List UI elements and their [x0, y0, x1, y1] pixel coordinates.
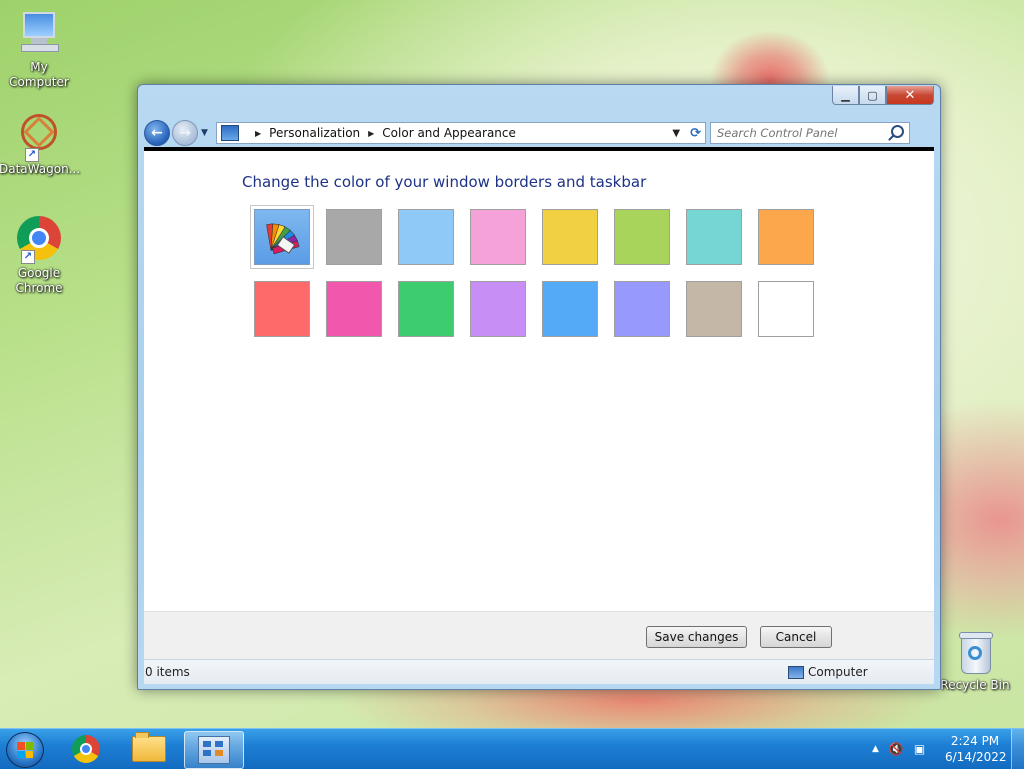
clock-date: 6/14/2022: [945, 750, 1007, 764]
address-dropdown-icon[interactable]: ▼: [672, 128, 680, 139]
desktop-icon-label: DataWagon...: [0, 162, 81, 176]
volume-muted-icon[interactable]: 🔇: [889, 742, 904, 756]
address-bar[interactable]: ▶ Personalization ▶ Color and Appearance…: [216, 122, 706, 144]
forward-arrow-icon: →: [179, 125, 191, 141]
color-swatch[interactable]: [326, 281, 382, 337]
color-swatch[interactable]: [686, 281, 742, 337]
color-swatch[interactable]: [542, 281, 598, 337]
refresh-icon[interactable]: ⟳: [690, 126, 701, 141]
recycle-bin-icon: [951, 630, 999, 676]
desktop-icon-label: Google Chrome: [15, 266, 63, 295]
recent-pages-dropdown[interactable]: ▼: [201, 128, 213, 138]
datawagon-icon: ↗: [15, 112, 63, 162]
back-arrow-icon: ←: [151, 125, 163, 141]
chevron-down-icon: ▼: [201, 128, 208, 138]
cancel-button[interactable]: Cancel: [760, 626, 832, 648]
desktop-icon-datawagon[interactable]: ↗ DataWagon...: [0, 112, 81, 177]
button-area: Save changes Cancel: [144, 611, 934, 660]
breadcrumb-separator-icon[interactable]: ▶: [368, 129, 374, 138]
search-input[interactable]: [715, 125, 889, 141]
save-changes-button[interactable]: Save changes: [646, 626, 747, 648]
color-swatch[interactable]: [686, 209, 742, 265]
desktop-icon-google-chrome[interactable]: ↗ Google Chrome: [0, 216, 79, 296]
close-button[interactable]: ✕: [886, 86, 934, 105]
taskbar: ▲ 🔇 ▣ 2:24 PM 6/14/2022: [0, 728, 1024, 769]
status-item-count: 0 items: [145, 665, 190, 679]
back-button[interactable]: ←: [144, 120, 170, 146]
forward-button[interactable]: →: [172, 120, 198, 146]
minimize-button[interactable]: ▁: [832, 86, 859, 105]
folder-icon: [132, 732, 166, 762]
show-desktop-button[interactable]: [1011, 729, 1024, 769]
content-area: Change the color of your window borders …: [144, 151, 934, 611]
windows-logo-icon: [17, 742, 33, 758]
shortcut-arrow-icon: ↗: [21, 250, 35, 264]
network-icon[interactable]: ▣: [914, 742, 925, 756]
taskbar-chrome[interactable]: [57, 731, 115, 767]
system-tray: ▲ 🔇 ▣: [872, 729, 925, 769]
color-swatch[interactable]: [470, 281, 526, 337]
swatch-custom[interactable]: [250, 205, 314, 269]
clock[interactable]: 2:24 PM 6/14/2022: [945, 733, 1007, 765]
status-location-label: Computer: [808, 665, 868, 679]
color-swatch[interactable]: [398, 209, 454, 265]
color-swatch[interactable]: [254, 281, 310, 337]
computer-icon: [788, 665, 804, 679]
color-swatch[interactable]: [758, 209, 814, 265]
my-computer-icon: [15, 10, 63, 58]
color-swatch[interactable]: [470, 209, 526, 265]
chrome-icon: ↗: [15, 216, 63, 264]
taskbar-file-explorer[interactable]: [120, 731, 178, 767]
maximize-button[interactable]: ▢: [859, 86, 886, 105]
color-swatch-grid: [250, 205, 814, 337]
color-palette-icon: [266, 223, 300, 255]
color-swatch[interactable]: [542, 209, 598, 265]
clock-time: 2:24 PM: [950, 734, 1000, 748]
control-panel-window: ▁ ▢ ✕ ← → ▼ ▶ Personalization ▶ Color an…: [137, 84, 941, 690]
breadcrumb-personalization[interactable]: Personalization: [269, 126, 360, 140]
search-box[interactable]: [710, 122, 910, 144]
color-swatch[interactable]: [614, 281, 670, 337]
search-icon[interactable]: [891, 125, 904, 138]
color-swatch[interactable]: [398, 281, 454, 337]
navigation-bar: ← → ▼ ▶ Personalization ▶ Color and Appe…: [144, 120, 934, 146]
taskbar-control-panel[interactable]: [184, 731, 244, 769]
show-hidden-icons-icon[interactable]: ▲: [872, 744, 879, 754]
control-panel-icon: [198, 736, 230, 764]
desktop-icon-my-computer[interactable]: My Computer: [0, 10, 79, 90]
desktop-icon-label: My Computer: [9, 60, 69, 89]
shortcut-arrow-icon: ↗: [25, 148, 39, 162]
desktop-icon-recycle-bin[interactable]: Recycle Bin: [935, 630, 1015, 693]
status-bar: 0 items Computer: [144, 659, 934, 684]
color-swatch[interactable]: [326, 209, 382, 265]
page-title: Change the color of your window borders …: [242, 173, 647, 191]
status-location: Computer: [788, 665, 868, 679]
breadcrumb-color-and-appearance[interactable]: Color and Appearance: [382, 126, 516, 140]
chrome-icon: [72, 735, 100, 763]
caption-buttons: ▁ ▢ ✕: [832, 86, 934, 105]
start-button[interactable]: [6, 732, 44, 768]
color-swatch[interactable]: [758, 281, 814, 337]
control-panel-icon: [221, 125, 239, 141]
color-swatch[interactable]: [614, 209, 670, 265]
breadcrumb-separator-icon[interactable]: ▶: [255, 129, 261, 138]
desktop-icon-label: Recycle Bin: [940, 678, 1010, 692]
